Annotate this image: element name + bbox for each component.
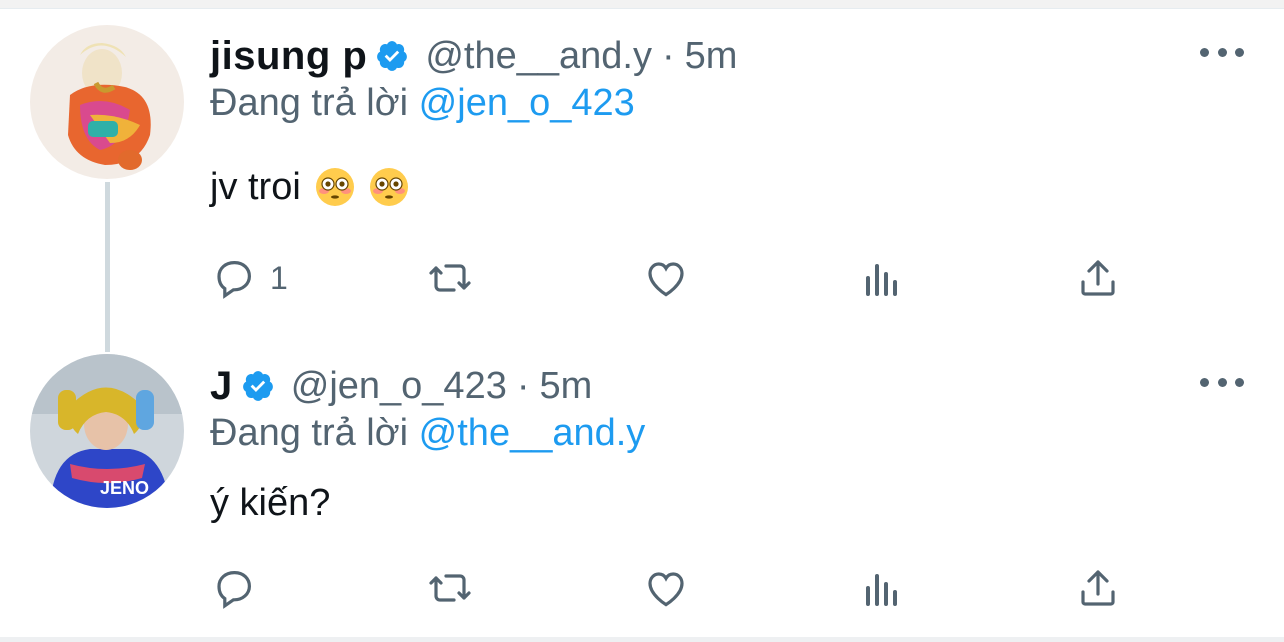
tweet-text-content: ý kiến? [210,481,331,524]
like-button[interactable] [642,248,690,308]
timestamp[interactable]: 5m [685,35,738,78]
tweet-text: ý kiến? [210,478,330,528]
flushed-face-icon [315,167,355,207]
handle[interactable]: @the__and.y [425,35,652,78]
share-button[interactable] [1074,558,1122,618]
heart-icon [648,572,684,607]
tweet-header: jisung p @the__and.y · 5m [210,32,737,80]
verified-badge-icon [241,369,275,403]
analytics-button[interactable] [858,558,906,618]
share-icon [1081,570,1115,606]
tweet-jisung[interactable]: jisung p @the__and.y · 5m Đang trả lời @… [0,0,1284,330]
reply-button[interactable] [210,558,270,618]
tweet-j[interactable]: JENO J @jen_o_423 · 5m Đang trả lời @the… [0,330,1284,637]
reply-count: 1 [270,259,288,296]
analytics-button[interactable] [858,248,906,308]
replying-to-prefix: Đang trả lời [210,412,409,454]
svg-text:JENO: JENO [100,478,149,498]
retweet-icon [429,264,471,292]
avatar[interactable]: JENO [30,354,184,508]
replying-to-line: Đang trả lời @jen_o_423 [210,82,635,125]
avatar[interactable] [30,25,184,179]
tweet-text: jv troi [210,162,409,212]
share-button[interactable] [1074,248,1122,308]
more-options-icon[interactable] [1200,42,1244,62]
retweet-button[interactable] [426,558,474,618]
analytics-icon [866,574,897,606]
display-name[interactable]: jisung p [210,34,367,79]
replying-to-line: Đang trả lời @the__and.y [210,412,645,455]
flushed-face-icon [369,167,409,207]
handle[interactable]: @jen_o_423 [291,365,507,408]
timestamp[interactable]: 5m [540,365,593,408]
tweet-actions: 1 [210,248,1130,308]
replying-to-mention[interactable]: @the__and.y [419,412,646,454]
verified-badge-icon [375,39,409,73]
replying-to-prefix: Đang trả lời [210,82,409,124]
heart-icon [648,262,684,297]
reply-button[interactable]: 1 [210,248,288,308]
reply-icon [217,261,252,299]
tweet-actions [210,558,1130,618]
reply-icon [217,571,252,609]
retweet-icon [429,574,471,602]
display-name[interactable]: J [210,364,233,409]
more-options-icon[interactable] [1200,372,1244,392]
replying-to-mention[interactable]: @jen_o_423 [419,82,635,124]
tweet-header: J @jen_o_423 · 5m [210,362,592,410]
like-button[interactable] [642,558,690,618]
retweet-button[interactable] [426,248,474,308]
separator-dot: · [516,364,530,407]
separator-dot: · [661,34,675,77]
share-icon [1081,260,1115,296]
analytics-icon [866,264,897,296]
tweet-text-content: jv troi [210,165,301,208]
bottom-divider [0,637,1284,642]
